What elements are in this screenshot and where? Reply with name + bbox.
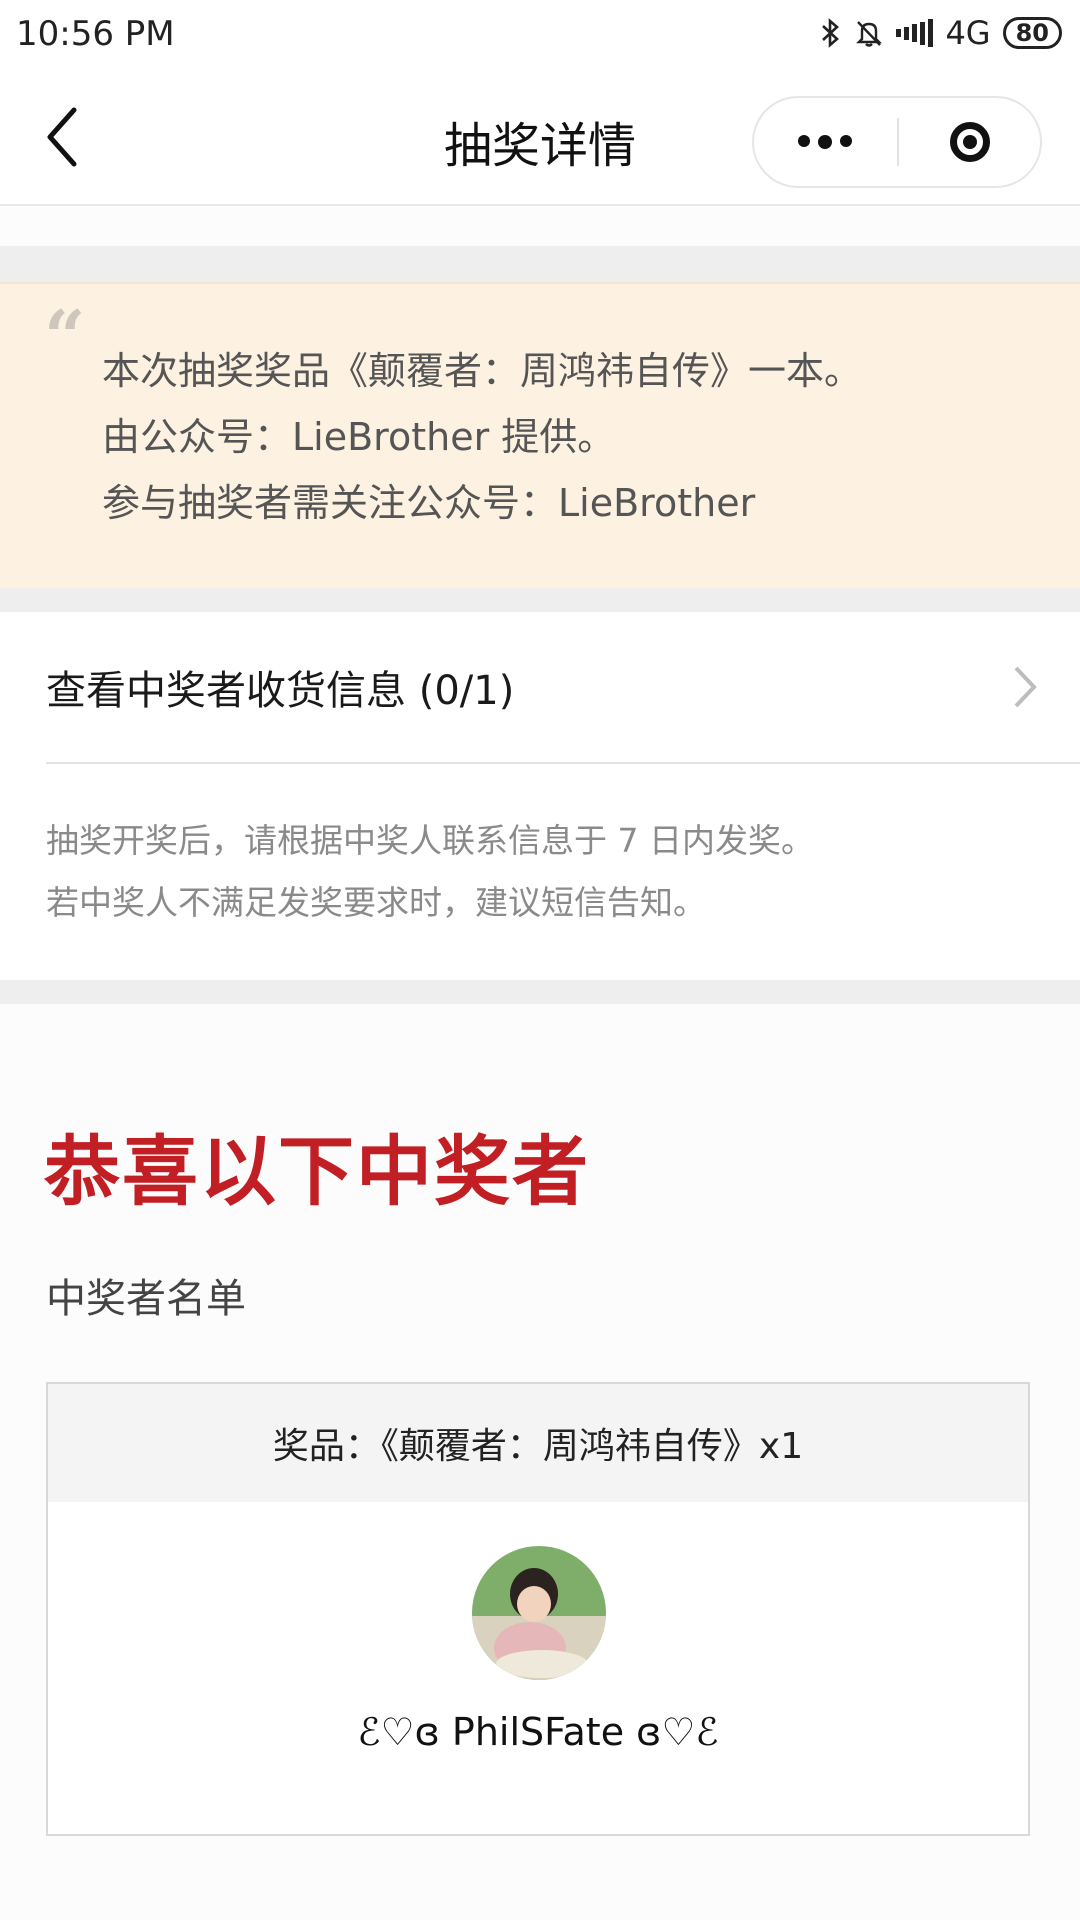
close-button[interactable] xyxy=(900,98,1040,186)
miniprogram-capsule xyxy=(752,96,1042,188)
section-divider xyxy=(0,246,1080,282)
notice-line: 抽奖开奖后，请根据中奖人联系信息于 7 日内发奖。 xyxy=(46,821,814,860)
network-label: 4G xyxy=(945,14,991,52)
winners-list-label: 中奖者名单 xyxy=(46,1276,246,1322)
description-line: 由公众号：LieBrother 提供。 xyxy=(102,415,616,459)
notice-line: 若中奖人不满足发奖要求时，建议短信告知。 xyxy=(46,883,706,922)
description-line: 参与抽奖者需关注公众号：LieBrother xyxy=(102,481,756,525)
shipping-info-label: 查看中奖者收货信息 (0/1) xyxy=(46,668,515,714)
status-time: 10:56 PM xyxy=(16,14,175,54)
back-arrow-icon xyxy=(47,107,77,167)
description-line: 本次抽奖奖品《颠覆者：周鸿祎自传》一本。 xyxy=(102,349,863,393)
close-target-icon xyxy=(950,122,990,162)
back-button[interactable] xyxy=(40,102,100,172)
lottery-description: “ 本次抽奖奖品《颠覆者：周鸿祎自传》一本。 由公众号：LieBrother 提… xyxy=(0,282,1080,590)
status-bar: 10:56 PM 4G 80 xyxy=(0,0,1080,76)
chevron-right-icon xyxy=(1014,666,1037,708)
winner-info-section: 查看中奖者收货信息 (0/1) 抽奖开奖后，请根据中奖人联系信息于 7 日内发奖… xyxy=(0,612,1080,980)
battery-icon: 80 xyxy=(1002,17,1062,49)
more-button[interactable] xyxy=(754,98,896,186)
quote-icon: “ xyxy=(44,294,86,379)
bell-muted-icon xyxy=(854,18,884,48)
avatar[interactable] xyxy=(472,1546,606,1680)
prize-card: 奖品：《颠覆者：周鸿祎自传》x1 ℰ♡ɞ PhilSFate ɞ♡ℰ xyxy=(46,1382,1030,1836)
winner-avatar-image xyxy=(472,1546,606,1680)
divider xyxy=(46,762,1080,764)
shipping-info-row[interactable]: 查看中奖者收货信息 (0/1) xyxy=(0,612,1080,762)
section-divider xyxy=(0,588,1080,612)
status-icons: 4G 80 xyxy=(820,14,1062,52)
signal-icon xyxy=(896,19,934,47)
nav-bar: 抽奖详情 xyxy=(0,76,1080,206)
more-dots-icon xyxy=(798,135,852,149)
winner-nickname: ℰ♡ɞ PhilSFate ɞ♡ℰ xyxy=(357,1710,719,1754)
capsule-divider xyxy=(897,118,899,166)
section-divider xyxy=(0,980,1080,1004)
prize-name: 奖品：《颠覆者：周鸿祎自传》x1 xyxy=(48,1384,1028,1502)
bluetooth-icon xyxy=(820,18,842,48)
winners-heading: 恭喜以下中奖者 xyxy=(44,1127,590,1216)
